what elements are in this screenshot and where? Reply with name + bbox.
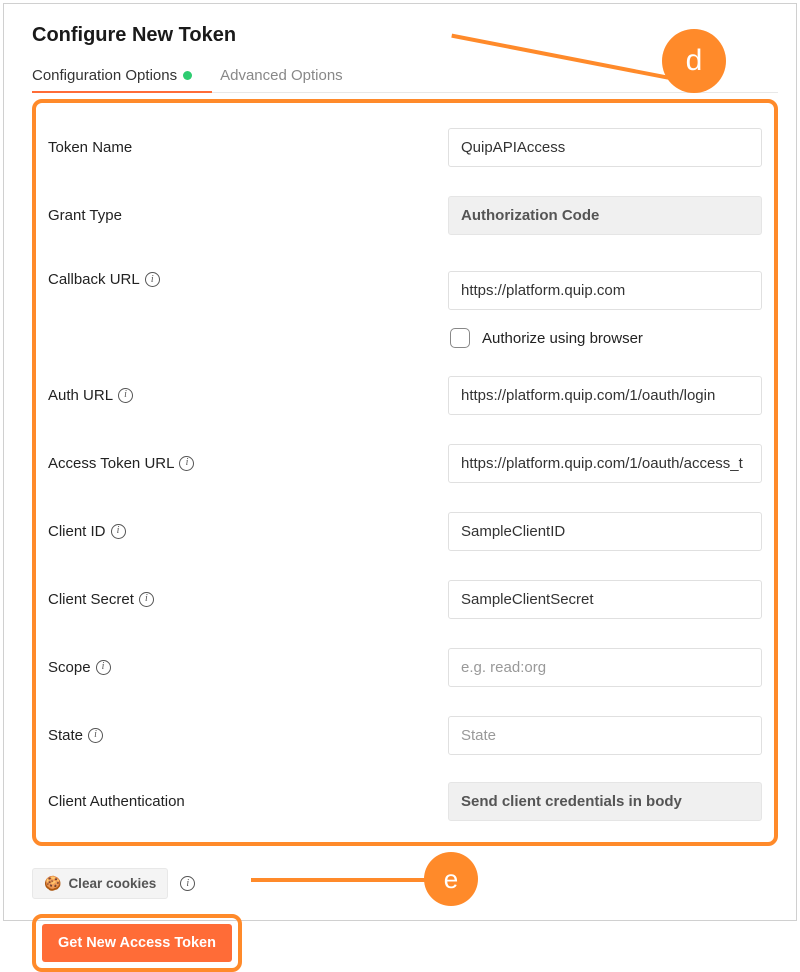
label-state: State — [48, 727, 83, 744]
label-scope: Scope — [48, 659, 91, 676]
annotation-callout-d: d — [662, 29, 726, 93]
auth-url-input[interactable] — [448, 376, 762, 415]
label-access-token-url: Access Token URL — [48, 455, 174, 472]
clear-cookies-label: Clear cookies — [68, 876, 156, 891]
authorize-browser-row: Authorize using browser — [448, 328, 762, 348]
authorize-browser-checkbox[interactable] — [450, 328, 470, 348]
get-token-highlight: Get New Access Token — [32, 914, 242, 972]
client-id-input[interactable] — [448, 512, 762, 551]
row-callback-url: Callback URL i Authorize using browser — [38, 249, 772, 361]
row-scope: Scope i — [38, 633, 772, 701]
label-callback-url: Callback URL — [48, 271, 140, 288]
tab-label: Configuration Options — [32, 67, 177, 84]
access-token-url-input[interactable] — [448, 444, 762, 483]
label-client-id: Client ID — [48, 523, 106, 540]
client-secret-input[interactable] — [448, 580, 762, 619]
info-icon[interactable]: i — [180, 876, 195, 891]
label-token-name: Token Name — [48, 139, 448, 156]
label-client-secret: Client Secret — [48, 591, 134, 608]
clear-cookies-button[interactable]: 🍪 Clear cookies — [32, 868, 168, 899]
info-icon[interactable]: i — [139, 592, 154, 607]
scope-input[interactable] — [448, 648, 762, 687]
info-icon[interactable]: i — [145, 272, 160, 287]
row-state: State i — [38, 701, 772, 769]
get-new-access-token-button[interactable]: Get New Access Token — [42, 924, 232, 962]
cookie-icon: 🍪 — [44, 875, 61, 892]
row-client-id: Client ID i — [38, 497, 772, 565]
annotation-callout-e: e — [424, 852, 478, 906]
info-icon[interactable]: i — [111, 524, 126, 539]
label-client-authentication: Client Authentication — [48, 793, 448, 810]
grant-type-select[interactable] — [448, 196, 762, 235]
form-panel: Token Name Grant Type Callback URL i Aut… — [32, 99, 778, 846]
tab-configuration-options[interactable]: Configuration Options — [32, 61, 192, 92]
state-input[interactable] — [448, 716, 762, 755]
row-access-token-url: Access Token URL i — [38, 429, 772, 497]
bottom-bar: 🍪 Clear cookies i — [32, 868, 778, 899]
label-auth-url: Auth URL — [48, 387, 113, 404]
authorize-browser-label: Authorize using browser — [482, 330, 643, 347]
status-dot-icon — [183, 71, 192, 80]
row-client-authentication: Client Authentication — [38, 769, 772, 834]
info-icon[interactable]: i — [96, 660, 111, 675]
token-name-input[interactable] — [448, 128, 762, 167]
tab-label: Advanced Options — [220, 67, 343, 84]
info-icon[interactable]: i — [118, 388, 133, 403]
info-icon[interactable]: i — [88, 728, 103, 743]
row-auth-url: Auth URL i — [38, 361, 772, 429]
row-grant-type: Grant Type — [38, 181, 772, 249]
row-token-name: Token Name — [38, 113, 772, 181]
label-grant-type: Grant Type — [48, 207, 448, 224]
tab-advanced-options[interactable]: Advanced Options — [220, 61, 343, 92]
info-icon[interactable]: i — [179, 456, 194, 471]
row-client-secret: Client Secret i — [38, 565, 772, 633]
client-authentication-select[interactable] — [448, 782, 762, 821]
annotation-line-e — [251, 878, 427, 882]
callback-url-input[interactable] — [448, 271, 762, 310]
